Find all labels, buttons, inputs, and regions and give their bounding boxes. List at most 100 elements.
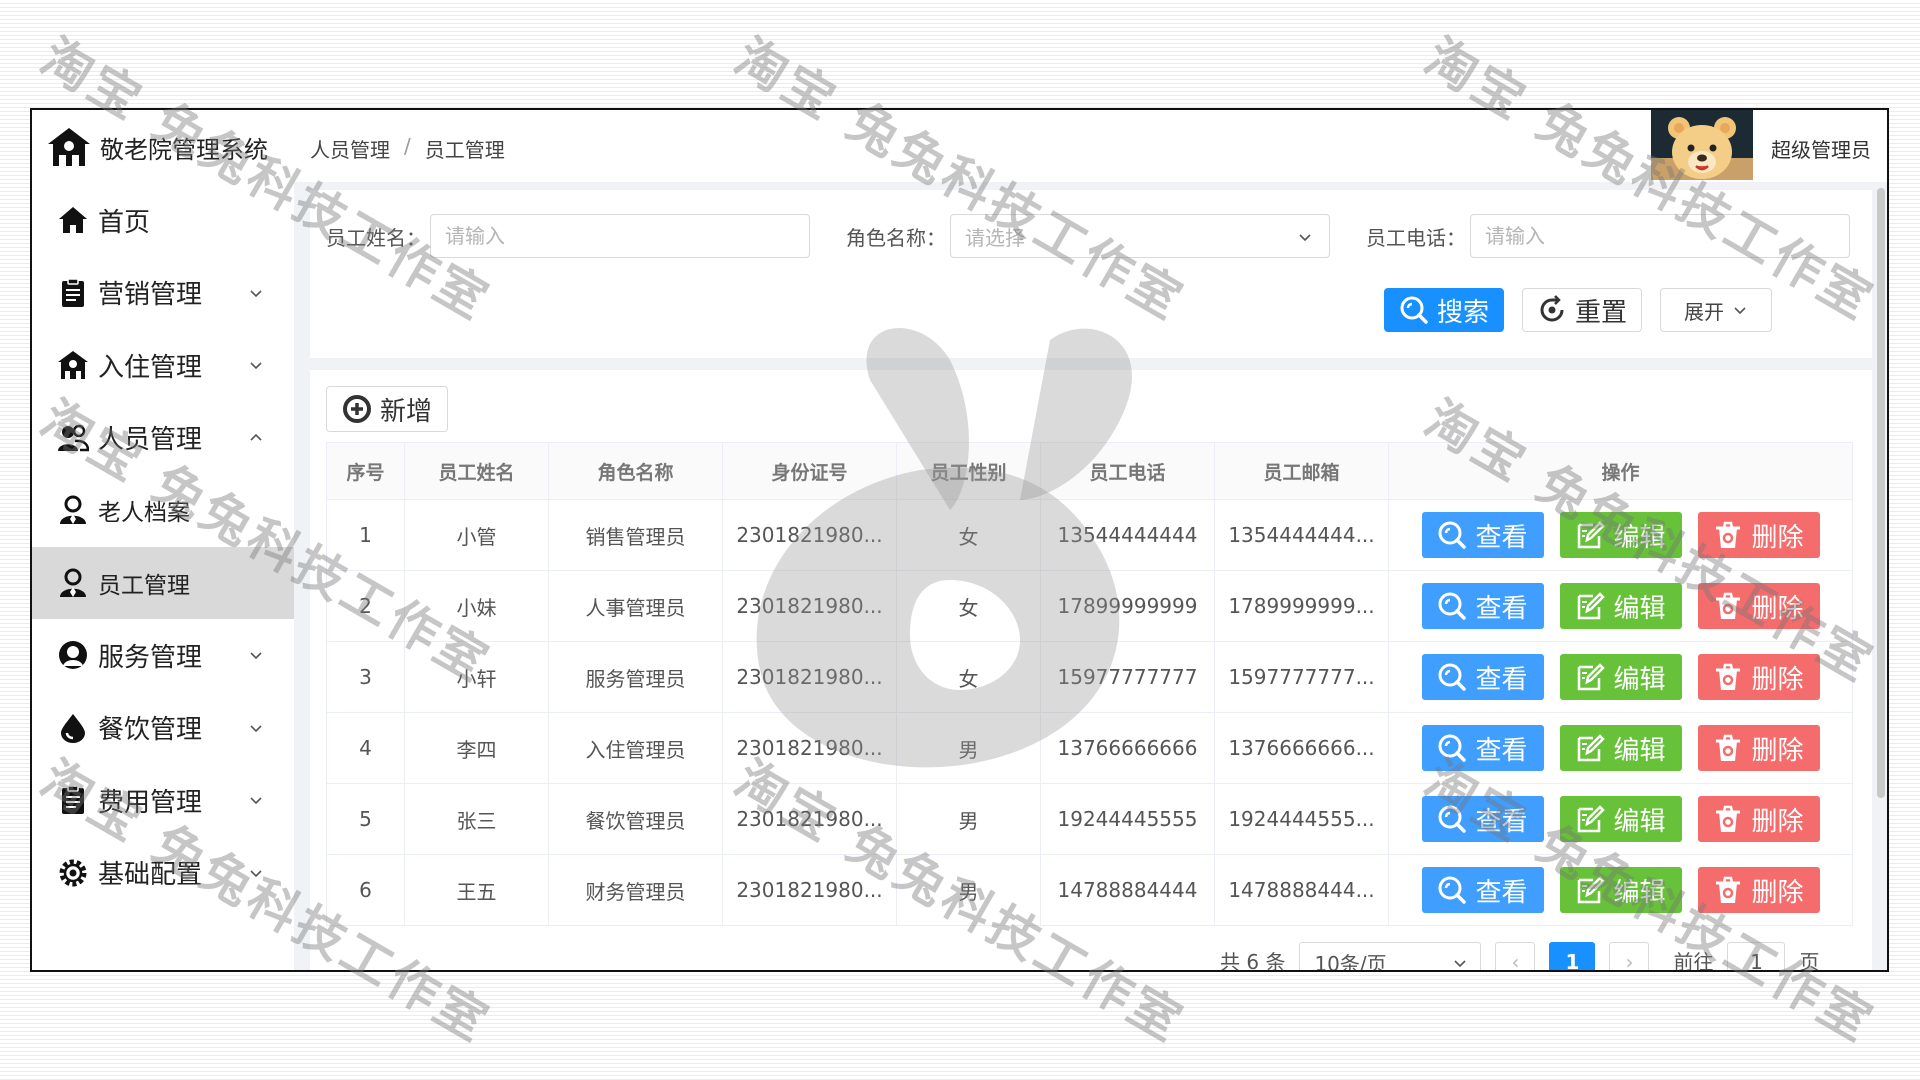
reset-icon [1537,295,1567,325]
next-page-button[interactable]: › [1609,942,1650,970]
view-button[interactable]: 查看 [1421,867,1544,913]
page-suffix: 页 [1799,950,1820,972]
edit-button[interactable]: 编辑 [1559,725,1682,771]
reset-button[interactable]: 重置 [1522,288,1642,332]
sidebar-item-label: 基础配置 [98,860,203,891]
row-number-cell: 5 [326,783,405,855]
brand[interactable]: 敬老院管理系统 [32,110,294,184]
nursing-home-logo-icon [48,128,90,166]
phone-cell: 13766666666 [1040,712,1215,784]
view-button[interactable]: 查看 [1421,583,1544,629]
sidebar-item-label: 员工管理 [98,572,190,599]
name-field: 员工姓名： [326,214,810,258]
sidebar-item-label: 老人档案 [98,500,190,527]
user-icon [56,493,90,527]
vertical-scrollbar[interactable] [1877,188,1885,798]
delete-button[interactable]: 删除 [1697,796,1820,842]
page-1-button[interactable]: 1 [1549,942,1596,970]
user-name[interactable]: 超级管理员 [1771,134,1871,163]
trash-icon [1713,733,1743,763]
trash-icon [1713,804,1743,834]
gear-icon [56,856,90,890]
delete-button[interactable]: 删除 [1697,725,1820,771]
avatar[interactable] [1651,110,1753,180]
breadcrumb-parent[interactable]: 人员管理 [310,134,390,163]
page-size-select[interactable]: 10条/页 [1299,942,1482,971]
view-button[interactable]: 查看 [1421,725,1544,771]
service-icon [56,638,90,672]
building-icon [56,348,90,382]
table-row: 2 小妹 人事管理员 2301821980... 女 17899999999 1789999… [326,570,1853,642]
delete-button[interactable]: 删除 [1697,583,1820,629]
add-button[interactable]: 新增 [326,386,448,432]
table-row: 4 李四 入住管理员 2301821980... 男 13766666666 1376666… [326,712,1853,784]
view-button[interactable]: 查看 [1421,512,1544,558]
delete-button[interactable]: 删除 [1697,654,1820,700]
sidebar-item-8[interactable]: 费用管理 [32,764,294,837]
edit-button[interactable]: 编辑 [1559,583,1682,629]
delete-button-label: 删除 [1751,735,1804,766]
sidebar-item-label: 首页 [98,207,151,238]
column-header: 身份证号 [722,442,897,500]
search-icon [1437,662,1467,692]
role-name-cell: 财务管理员 [548,854,723,926]
employee-name-input[interactable] [430,214,810,258]
prev-page-button[interactable]: ‹ [1495,942,1536,970]
edit-icon [1575,662,1605,692]
edit-button-label: 编辑 [1613,664,1666,695]
edit-button[interactable]: 编辑 [1559,654,1682,700]
chevron-down-icon [248,647,264,663]
sidebar-item-7[interactable]: 餐饮管理 [32,692,294,765]
role-name-cell: 餐饮管理员 [548,783,723,855]
search-button[interactable]: 搜索 [1384,288,1504,332]
chevron-down-icon [1297,229,1313,245]
sidebar-item-3[interactable]: 人员管理 [32,402,294,475]
sidebar-item-2[interactable]: 入住管理 [32,329,294,402]
edit-button[interactable]: 编辑 [1559,512,1682,558]
search-icon [1437,591,1467,621]
goto-page-input[interactable]: 1 [1727,942,1786,970]
view-button-label: 查看 [1475,664,1528,695]
chevron-down-icon [1452,955,1468,971]
sidebar-item-1[interactable]: 营销管理 [32,257,294,330]
column-header: 员工性别 [896,442,1041,500]
gender-cell: 男 [896,712,1041,784]
sidebar-item-6[interactable]: 服务管理 [32,619,294,692]
phone-label: 员工电话： [1366,225,1466,250]
goto-label: 前往 [1673,950,1714,972]
edit-icon [1575,591,1605,621]
expand-button[interactable]: 展开 [1660,288,1772,332]
edit-button[interactable]: 编辑 [1559,796,1682,842]
actions-cell: 查看 编辑 删除 [1388,641,1853,713]
edit-button-label: 编辑 [1613,735,1666,766]
delete-button[interactable]: 删除 [1697,867,1820,913]
table-row: 3 小轩 服务管理员 2301821980... 女 15977777777 1597777… [326,641,1853,713]
role-select[interactable]: 请选择 [950,214,1330,258]
row-number-cell: 3 [326,641,405,713]
view-button[interactable]: 查看 [1421,796,1544,842]
edit-button[interactable]: 编辑 [1559,867,1682,913]
view-button[interactable]: 查看 [1421,654,1544,700]
row-number-cell: 1 [326,499,405,571]
sidebar-item-4[interactable]: 老人档案 [32,474,294,547]
edit-button-label: 编辑 [1613,593,1666,624]
view-button-label: 查看 [1475,877,1528,908]
sidebar-item-9[interactable]: 基础配置 [32,837,294,910]
column-header: 操作 [1388,442,1853,500]
delete-button[interactable]: 删除 [1697,512,1820,558]
sidebar-item-5[interactable]: 员工管理 [32,546,294,619]
email-cell: 1478888444... [1214,854,1389,926]
column-header: 序号 [326,442,405,500]
table-body: 1 小管 销售管理员 2301821980... 女 13544444444 1354444… [326,499,1853,926]
app-window: 敬老院管理系统 首页 营销管理 入住管理 人员管理 老人档案 员工管理 服务管理 餐饮管理 费用… [30,108,1889,972]
view-button-label: 查看 [1475,593,1528,624]
role-name-cell: 人事管理员 [548,570,723,642]
sidebar-item-0[interactable]: 首页 [32,184,294,257]
row-actions: 查看 编辑 删除 [1395,512,1846,558]
gender-cell: 男 [896,783,1041,855]
actions-cell: 查看 编辑 删除 [1388,499,1853,571]
actions-cell: 查看 编辑 删除 [1388,783,1853,855]
employee-phone-input[interactable] [1470,214,1850,258]
breadcrumb: 人员管理 / 员工管理 [310,134,505,163]
search-icon [1437,875,1467,905]
